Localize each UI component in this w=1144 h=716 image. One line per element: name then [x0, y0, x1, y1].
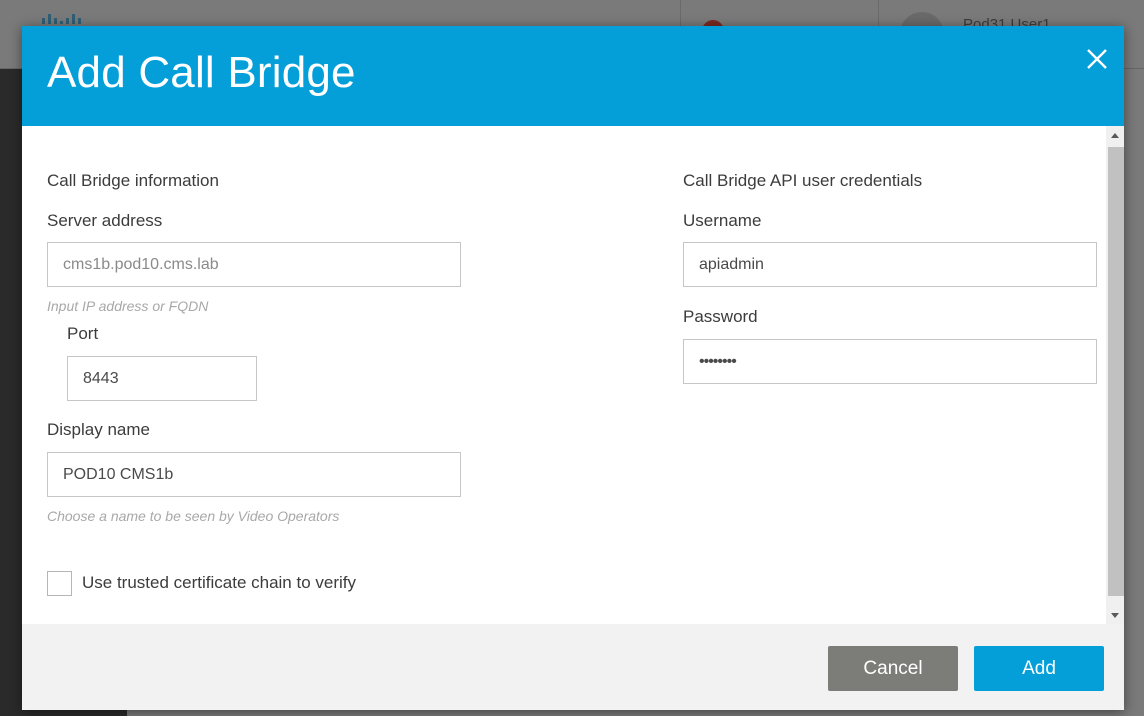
display-name-label: Display name	[47, 420, 150, 439]
server-address-label: Server address	[47, 211, 163, 230]
scroll-up-arrow-icon[interactable]	[1106, 126, 1124, 144]
close-icon[interactable]	[1084, 46, 1110, 72]
port-label: Port	[67, 324, 99, 343]
add-button[interactable]: Add	[974, 646, 1104, 691]
username-label: Username	[683, 211, 762, 230]
trusted-chain-label[interactable]: Use trusted certificate chain to verify	[82, 573, 356, 593]
password-input[interactable]	[683, 339, 1097, 384]
add-call-bridge-dialog: Add Call Bridge Call Bridge information …	[22, 26, 1124, 710]
server-address-hint: Input IP address or FQDN	[47, 298, 209, 314]
display-name-input[interactable]	[47, 452, 461, 497]
dialog-scrollbar[interactable]	[1106, 126, 1124, 624]
api-credentials-title: Call Bridge API user credentials	[683, 171, 923, 190]
display-name-hint: Choose a name to be seen by Video Operat…	[47, 508, 340, 524]
server-address-input[interactable]	[47, 242, 461, 287]
scrollbar-thumb[interactable]	[1108, 147, 1124, 596]
trusted-chain-checkbox[interactable]	[47, 571, 72, 596]
dialog-body: Call Bridge information Server address I…	[22, 126, 1124, 624]
app-right-edge	[1124, 69, 1144, 716]
dialog-header: Add Call Bridge	[22, 26, 1124, 126]
app-sidebar	[0, 69, 22, 716]
scroll-down-arrow-icon[interactable]	[1106, 606, 1124, 624]
dialog-title: Add Call Bridge	[47, 48, 356, 97]
cancel-button[interactable]: Cancel	[828, 646, 958, 691]
password-label: Password	[683, 307, 758, 326]
dialog-footer: Cancel Add	[22, 624, 1124, 710]
call-bridge-info-title: Call Bridge information	[47, 171, 219, 190]
username-input[interactable]	[683, 242, 1097, 287]
app-bottom-edge	[127, 709, 1144, 716]
port-input[interactable]	[67, 356, 257, 401]
cisco-logo-icon	[42, 14, 81, 24]
